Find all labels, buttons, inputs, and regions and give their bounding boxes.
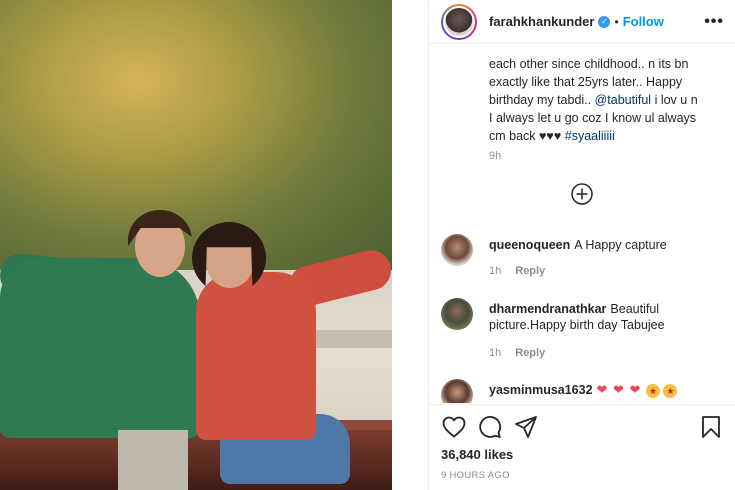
- comment-text: dharmendranathkar Beautiful picture.Happy…: [489, 301, 719, 333]
- caption-text: i lov u n: [651, 93, 698, 107]
- comment-meta: 1h Reply: [489, 347, 559, 359]
- action-bar: [429, 404, 735, 448]
- post-side-panel: farahkhankunder ✓ • Follow ••• each othe…: [428, 0, 735, 490]
- caption-line-2: exactly like that 25yrs later.. Happy: [489, 75, 683, 89]
- author-avatar[interactable]: [441, 3, 477, 40]
- comment-item: queenoqueen A Happy capture 1h Reply: [441, 234, 731, 284]
- post-caption: each other since childhood.. n its bn ex…: [489, 55, 729, 145]
- share-icon[interactable]: [513, 414, 539, 440]
- comment-text: yasminmusa1632 ❤ ❤ ❤ ★ ★: [489, 382, 719, 398]
- author-username[interactable]: farahkhankunder: [489, 14, 594, 29]
- more-options-icon[interactable]: •••: [704, 13, 724, 31]
- person-green-legs: [118, 430, 188, 490]
- mention-link[interactable]: @tabutiful: [595, 93, 651, 107]
- commenter-username[interactable]: dharmendranathkar: [489, 302, 606, 316]
- comment-meta: 1h Reply: [489, 265, 559, 277]
- commenter-avatar[interactable]: [441, 234, 473, 266]
- caption-line-1: each other since childhood.. n its bn: [489, 57, 689, 71]
- comment-item: yasminmusa1632 ❤ ❤ ❤ ★ ★: [441, 379, 731, 403]
- comment-time[interactable]: 1h: [489, 347, 501, 359]
- person-red-shirt: [196, 272, 316, 440]
- post-header: farahkhankunder ✓ • Follow •••: [429, 0, 735, 44]
- commenter-username[interactable]: queenoqueen: [489, 238, 570, 252]
- verified-icon: ✓: [598, 15, 611, 28]
- caption-time[interactable]: 9h: [489, 150, 501, 162]
- photo-image: [0, 0, 392, 490]
- heart-icon[interactable]: [441, 414, 467, 440]
- caption-text: birthday my tabdi..: [489, 93, 595, 107]
- comment-time[interactable]: 1h: [489, 265, 501, 277]
- author-avatar-image: [443, 5, 475, 38]
- comment-text: queenoqueen A Happy capture: [489, 237, 719, 253]
- tree-foliage: [0, 0, 392, 270]
- comment-item: dharmendranathkar Beautiful picture.Happy…: [441, 298, 731, 364]
- heart-emoji-icon: ❤: [629, 382, 641, 397]
- star-eyes-emoji-icon: ★: [646, 384, 660, 398]
- caption-text: cm back ♥♥♥: [489, 129, 565, 143]
- reply-button[interactable]: Reply: [515, 347, 545, 359]
- load-more-icon[interactable]: [571, 183, 593, 208]
- comment-icon[interactable]: [477, 414, 503, 440]
- header-separator: •: [614, 14, 619, 29]
- heart-emoji-icon: ❤: [613, 382, 624, 397]
- caption-line-4: I always let u go coz I know ul always: [489, 111, 697, 125]
- star-eyes-emoji-icon: ★: [663, 384, 678, 398]
- caption-line-5: cm back ♥♥♥ #syaaliiiii: [489, 127, 729, 145]
- hashtag-link[interactable]: #syaaliiiii: [565, 129, 615, 143]
- comment-emojis: ❤ ❤ ❤ ★ ★: [596, 382, 678, 398]
- post-photo[interactable]: [0, 0, 428, 490]
- commenter-username[interactable]: yasminmusa1632: [489, 383, 593, 397]
- commenter-avatar[interactable]: [441, 298, 473, 330]
- caption-line-3: birthday my tabdi.. @tabutiful i lov u n: [489, 91, 729, 109]
- posted-time[interactable]: 9 HOURS AGO: [441, 470, 510, 481]
- bookmark-icon[interactable]: [698, 414, 724, 440]
- person-green-sweater: [0, 258, 200, 438]
- comment-body: A Happy capture: [574, 238, 667, 252]
- commenter-avatar[interactable]: [441, 379, 473, 403]
- follow-button[interactable]: Follow: [623, 14, 664, 29]
- likes-count[interactable]: 36,840 likes: [441, 447, 513, 462]
- reply-button[interactable]: Reply: [515, 265, 545, 277]
- heart-emoji-icon: ❤: [596, 382, 608, 397]
